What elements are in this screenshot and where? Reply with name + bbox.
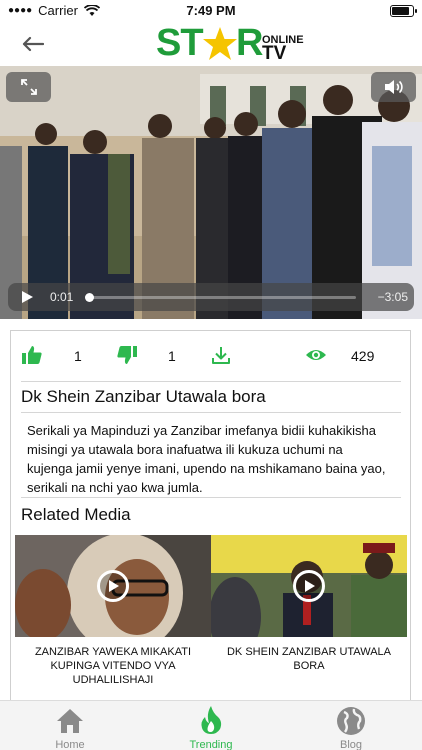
dislikes-count: 1 — [168, 348, 176, 364]
play-button[interactable] — [20, 290, 34, 309]
thumbs-down-icon[interactable] — [116, 345, 138, 365]
playback-controls: 0:01 −3:05 — [8, 283, 414, 311]
app-header: ST R ONLINE TV — [0, 22, 422, 66]
views-count: 429 — [351, 348, 375, 364]
play-overlay-icon — [293, 570, 325, 602]
battery-icon — [390, 5, 417, 17]
back-arrow-icon — [22, 36, 44, 52]
tab-home[interactable]: Home — [30, 705, 110, 750]
divider — [21, 381, 401, 382]
status-time: 7:49 PM — [186, 3, 236, 18]
tab-trending[interactable]: Trending — [171, 705, 251, 750]
globe-icon — [337, 707, 365, 735]
divider — [21, 497, 401, 498]
tab-home-label: Home — [55, 739, 85, 750]
likes-count: 1 — [74, 348, 82, 364]
thumbs-up-icon[interactable] — [21, 345, 43, 365]
home-icon — [57, 709, 83, 733]
tab-blog-label: Blog — [339, 739, 363, 750]
media-title: Dk Shein Zanzibar Utawala bora — [21, 387, 266, 406]
back-button[interactable] — [18, 30, 48, 58]
stats-row: 1 1 429 — [11, 331, 410, 381]
tab-trending-label: Trending — [189, 739, 233, 750]
related-media-item[interactable]: DK SHEIN ZANZIBAR UTAWALA BORA — [211, 535, 407, 695]
time-elapsed: 0:01 — [50, 290, 74, 304]
progress-knob[interactable] — [84, 293, 94, 302]
related-media-heading: Related Media — [21, 505, 131, 524]
star-online-tv-logo: ST R ONLINE TV — [156, 22, 304, 64]
download-icon[interactable] — [211, 345, 231, 365]
status-bar: ●●●● Carrier 7:49 PM — [0, 0, 422, 22]
video-player[interactable]: 0:01 −3:05 — [0, 66, 422, 319]
speaker-icon — [384, 80, 403, 94]
divider — [21, 412, 401, 413]
related-media-title: DK SHEIN ZANZIBAR UTAWALA BORA — [226, 646, 391, 672]
related-media-title: ZANZIBAR YAWEKA MIKAKATI KUPINGA VITENDO… — [34, 646, 192, 686]
tab-blog[interactable]: Blog — [311, 705, 391, 750]
flame-icon — [201, 706, 222, 734]
media-detail-card: 1 1 429 Dk Shein Zanzibar Utawala bora S… — [10, 330, 411, 700]
time-remaining: −3:05 — [377, 290, 408, 304]
eye-icon — [306, 350, 326, 360]
media-description: Serikali ya Mapinduzi ya Zanzibar imefan… — [27, 423, 386, 495]
tab-bar: Home Trending Blog — [0, 700, 422, 750]
play-overlay-icon — [97, 570, 129, 602]
expand-icon — [20, 79, 37, 95]
fullscreen-button[interactable] — [6, 72, 51, 102]
video-frame — [0, 66, 422, 319]
related-thumbnail — [15, 535, 211, 637]
volume-button[interactable] — [371, 72, 416, 102]
star-logo-icon — [203, 27, 237, 60]
related-media-item[interactable]: ZANZIBAR YAWEKA MIKAKATI KUPINGA VITENDO… — [15, 535, 211, 695]
play-icon — [22, 291, 33, 303]
progress-track[interactable] — [84, 293, 356, 302]
related-thumbnail — [211, 535, 407, 637]
